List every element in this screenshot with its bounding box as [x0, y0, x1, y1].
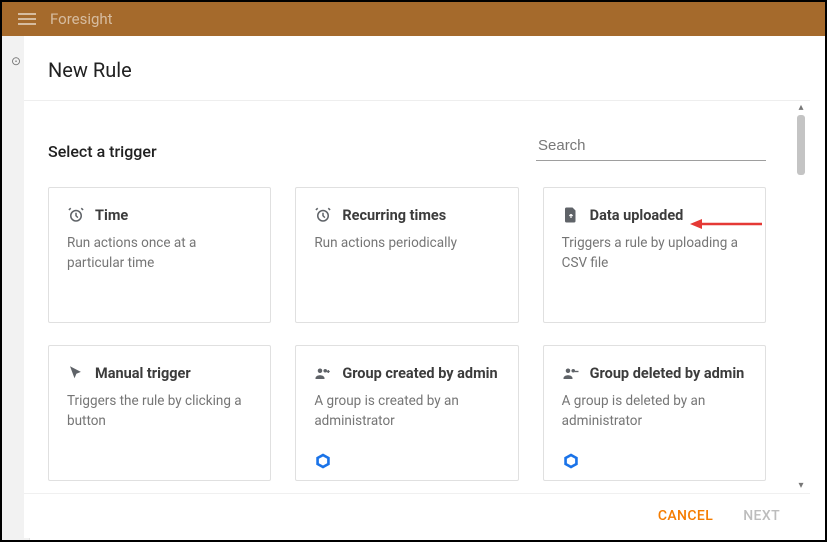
card-title: Group created by admin [342, 365, 497, 382]
search-input[interactable] [536, 133, 766, 161]
card-title: Group deleted by admin [590, 365, 745, 382]
card-desc: A group is created by an administrator [314, 392, 499, 431]
trigger-card-time[interactable]: Time Run actions once at a particular ti… [48, 187, 271, 323]
card-title: Data uploaded [590, 207, 684, 224]
cursor-click-icon [67, 364, 85, 382]
card-desc: Run actions once at a particular time [67, 234, 252, 273]
scroll-down-icon[interactable]: ▾ [798, 481, 803, 491]
card-desc: Run actions periodically [314, 234, 499, 254]
next-button: NEXT [743, 508, 780, 524]
trigger-card-manual-trigger[interactable]: Manual trigger Triggers the rule by clic… [48, 345, 271, 481]
modal-title: New Rule [24, 36, 810, 101]
card-desc: Triggers the rule by clicking a button [67, 392, 252, 431]
group-add-icon [314, 364, 332, 382]
scroll-up-icon[interactable]: ▴ [798, 103, 803, 113]
trigger-card-data-uploaded[interactable]: Data uploaded Triggers a rule by uploadi… [543, 187, 766, 323]
alarm-icon [67, 206, 85, 224]
trigger-card-group-created-by-admin[interactable]: Group created by admin A group is create… [295, 345, 518, 481]
scrollbar[interactable]: ▴ ▾ [792, 101, 810, 493]
trigger-card-recurring-times[interactable]: Recurring times Run actions periodically [295, 187, 518, 323]
modal-body: Select a trigger Ti [24, 101, 792, 493]
modal-footer: CANCEL NEXT [24, 493, 810, 538]
gcp-hexagon-icon [562, 452, 580, 470]
card-desc: Triggers a rule by uploading a CSV file [562, 234, 747, 273]
scroll-thumb[interactable] [797, 115, 805, 175]
group-remove-icon [562, 364, 580, 382]
gcp-hexagon-icon [314, 452, 332, 470]
app-name: Foresight [50, 10, 113, 28]
card-title: Recurring times [342, 207, 446, 224]
card-title: Time [95, 207, 128, 224]
card-desc: A group is deleted by an administrator [562, 392, 747, 431]
topbar: Foresight [2, 2, 825, 36]
file-upload-icon [562, 206, 580, 224]
menu-icon[interactable] [18, 13, 36, 25]
cancel-button[interactable]: CANCEL [658, 508, 713, 524]
trigger-card-group-deleted-by-admin[interactable]: Group deleted by admin A group is delete… [543, 345, 766, 481]
alarm-icon [314, 206, 332, 224]
new-rule-modal: New Rule Select a trigger [24, 36, 810, 538]
section-heading: Select a trigger [48, 142, 157, 161]
card-title: Manual trigger [95, 365, 191, 382]
